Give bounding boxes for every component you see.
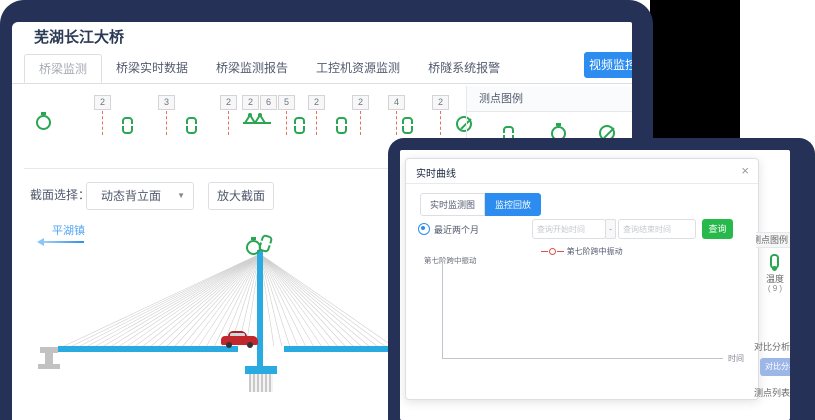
section-select-label: 截面选择：: [30, 182, 90, 208]
abutment-base: [38, 364, 60, 369]
sensor-count-14[interactable]: 2: [432, 95, 448, 135]
sensor-count-box: 3: [158, 95, 175, 110]
section-select-value: 动态背立面: [101, 183, 161, 209]
tab-main-4[interactable]: 桥隧系统报警: [414, 54, 514, 83]
chain-link-icon[interactable]: [402, 117, 413, 134]
modal-title: 实时曲线: [416, 165, 456, 180]
query-end-time-input[interactable]: [618, 219, 696, 239]
truss-icon: [242, 110, 277, 131]
direction-arrow-icon: [40, 241, 84, 243]
chain-link-icon[interactable]: [336, 117, 347, 134]
modal-tabbar: 实时监测图 监控回放: [420, 193, 541, 216]
car-image: [221, 331, 258, 348]
tab-main-0[interactable]: 桥梁监测: [24, 54, 102, 83]
sensor-dash-line: [440, 111, 441, 135]
sensor-count-box: 6: [260, 95, 277, 110]
query-start-time-input[interactable]: [532, 219, 606, 239]
sensor-count-box: 2: [94, 95, 111, 110]
sensor-dash-line: [166, 111, 167, 135]
legend-marker-icon: [549, 248, 556, 255]
overlay-window: 实时曲线 × 实时监测图 监控回放 最近两个月 - 查询 第七阶跨中振动 第七阶…: [400, 150, 790, 420]
car-wheel: [226, 342, 232, 348]
realtime-curve-modal: 实时曲线 × 实时监测图 监控回放 最近两个月 - 查询 第七阶跨中振动 第七阶…: [405, 158, 759, 400]
thermometer-icon[interactable]: [770, 254, 779, 269]
pier-piles: [249, 374, 273, 392]
bank-name-label: 平湖镇: [52, 222, 85, 238]
sensor-count-box: 5: [278, 95, 295, 110]
video-monitor-button[interactable]: 视频监控: [584, 52, 632, 78]
sensor-count-3[interactable]: 3: [158, 95, 174, 135]
sensor-dash-line: [360, 111, 361, 135]
sensor-dash-line: [102, 111, 103, 135]
sensor-count-box: 2: [352, 95, 369, 110]
pier-cap: [245, 366, 277, 374]
tabbar-divider: [12, 83, 632, 84]
radio-label: 最近两个月: [434, 223, 479, 236]
chain-link-icon[interactable]: [122, 117, 133, 134]
tab-playback[interactable]: 监控回放: [485, 193, 541, 216]
compare-section-title: 对比分析: [754, 340, 790, 353]
date-range-separator: -: [605, 219, 616, 239]
chain-link-icon[interactable]: [294, 117, 305, 134]
modal-header: [406, 159, 758, 184]
main-tabbar: 桥梁监测桥梁实时数据桥梁监测报告工控机资源监测桥隧系统报警: [24, 54, 514, 83]
sensor-count-1[interactable]: 2: [94, 95, 110, 135]
sensor-dash-line: [396, 111, 397, 135]
point-list-label: 测点列表: [754, 386, 790, 399]
sensor-count-box: 2: [432, 95, 449, 110]
legend-panel-header-partial: 测点图例: [756, 232, 790, 248]
sensor-dash-line: [316, 111, 317, 135]
car-wheel: [247, 342, 253, 348]
background-white-area: [740, 0, 815, 140]
bridge-tower: [257, 250, 263, 372]
sensor-count-7[interactable]: 5: [278, 95, 294, 135]
abutment-stem: [45, 353, 53, 364]
chain-link-icon[interactable]: [186, 117, 197, 134]
screen: 芜湖长江大桥 桥梁监测桥梁实时数据桥梁监测报告工控机资源监测桥隧系统报警 视频监…: [0, 0, 815, 420]
tower-chain-icon[interactable]: [258, 234, 274, 254]
chart-series: [444, 263, 723, 358]
close-icon[interactable]: ×: [741, 163, 749, 178]
enlarge-section-button[interactable]: 放大截面: [208, 182, 274, 210]
legend-dash: [557, 251, 564, 252]
temperature-count: ( 9 ): [758, 284, 790, 293]
page-title: 芜湖长江大桥: [34, 26, 124, 47]
tab-main-3[interactable]: 工控机资源监测: [302, 54, 414, 83]
sensor-count-box: 2: [308, 95, 325, 110]
query-button[interactable]: 查询: [702, 219, 733, 239]
sensor-count-5[interactable]: 2: [220, 95, 236, 135]
stopwatch-icon[interactable]: [36, 115, 51, 130]
chart-plot-area: [442, 263, 723, 359]
tab-main-1[interactable]: 桥梁实时数据: [102, 54, 202, 83]
tab-realtime-view[interactable]: 实时监测图: [420, 193, 485, 216]
legend-dash: [541, 251, 548, 252]
sensor-dash-line: [228, 111, 229, 135]
sensor-count-11[interactable]: 2: [352, 95, 368, 135]
tab-main-2[interactable]: 桥梁监测报告: [202, 54, 302, 83]
chevron-down-icon: ▼: [177, 183, 185, 209]
recent-two-months-radio[interactable]: [418, 223, 430, 235]
sensor-count-box: 2: [242, 95, 259, 110]
sensor-count-box: 4: [388, 95, 405, 110]
legend-panel-header: 测点图例: [467, 86, 632, 112]
sensor-count-box: 2: [220, 95, 237, 110]
section-select-dropdown[interactable]: 动态背立面 ▼: [86, 182, 194, 210]
sensor-count-9[interactable]: 2: [308, 95, 324, 135]
compare-button[interactable]: 对比分析: [760, 358, 790, 376]
truss-count-boxes: 26: [242, 95, 277, 110]
sensor-dash-line: [286, 111, 287, 135]
disabled-sensor-icon[interactable]: [456, 116, 472, 132]
truss-sensor-group[interactable]: 26: [242, 95, 277, 131]
legend-series-label: 第七阶跨中振动: [567, 247, 623, 256]
x-axis-title: 时间: [728, 353, 744, 364]
